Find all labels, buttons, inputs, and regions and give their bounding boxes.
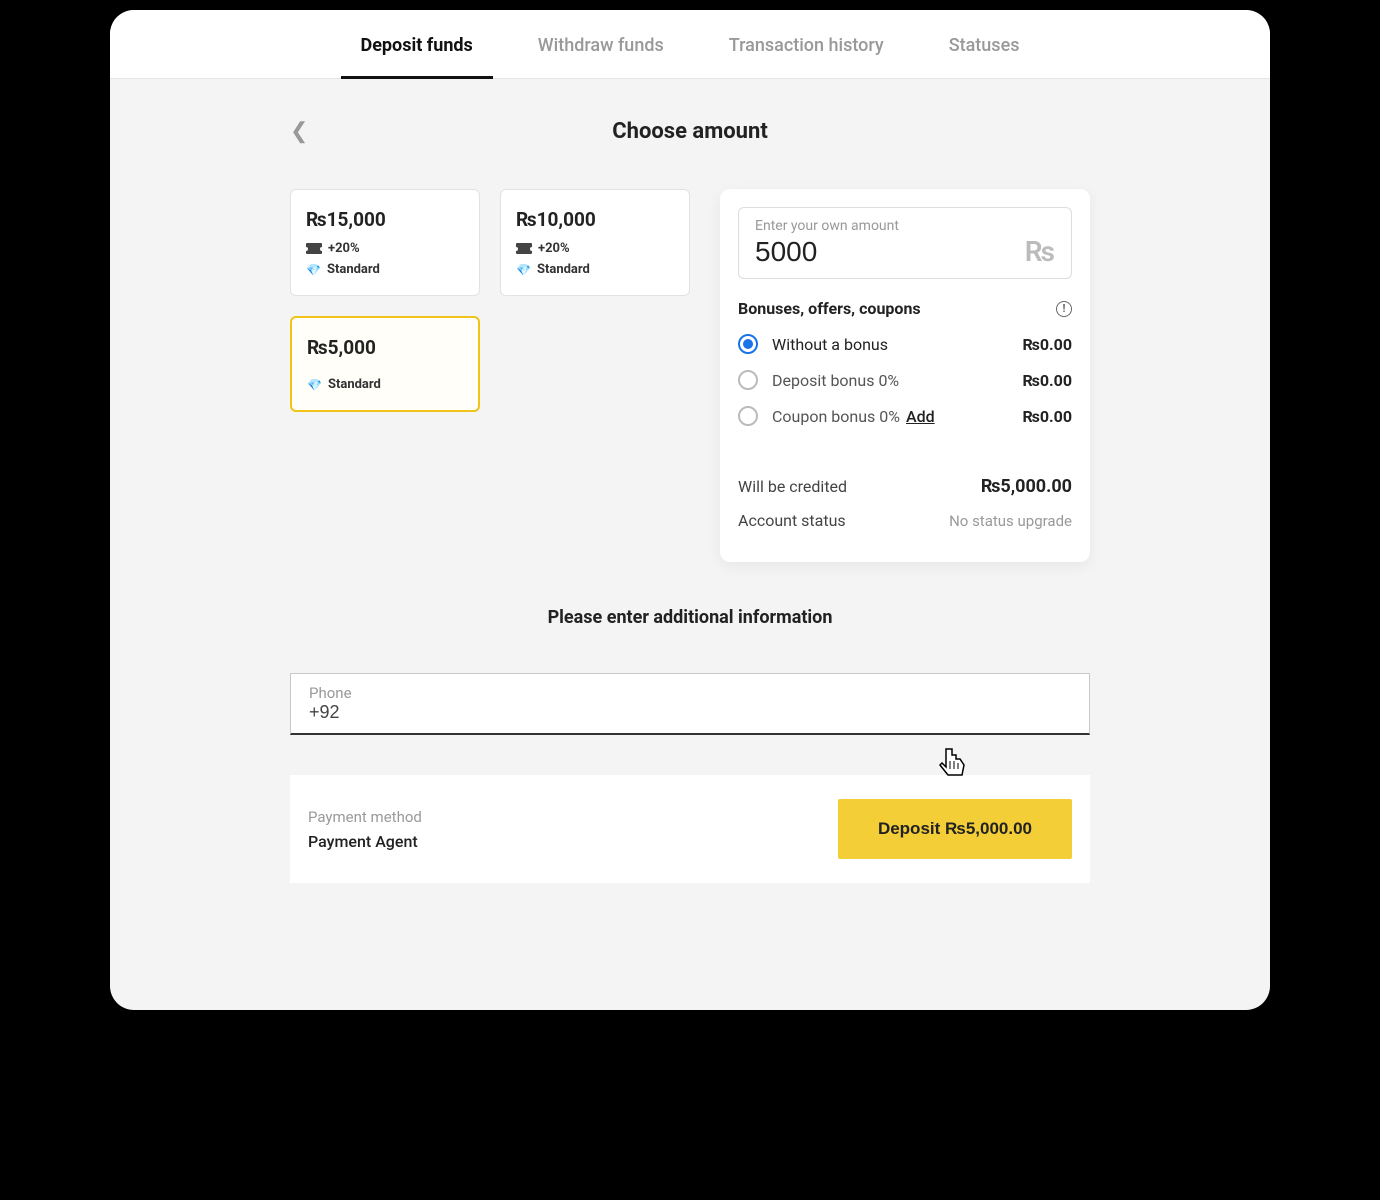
amount-input-box[interactable]: Enter your own amount ₨ bbox=[738, 207, 1072, 279]
payment-box: Payment method Payment Agent Deposit ₨5,… bbox=[290, 775, 1090, 883]
right-panel: Enter your own amount ₨ Bonuses, offers,… bbox=[720, 189, 1090, 562]
diamond-icon: 💎 bbox=[307, 378, 322, 392]
bonus-label: Coupon bonus 0% bbox=[772, 407, 900, 426]
tier-text: Standard bbox=[328, 377, 381, 392]
tier-row: 💎 Standard bbox=[516, 262, 674, 277]
phone-input[interactable] bbox=[309, 702, 1071, 723]
cursor-icon bbox=[936, 745, 970, 793]
bonus-amount: ₨0.00 bbox=[1022, 335, 1072, 354]
bonus-text: +20% bbox=[538, 241, 570, 256]
phone-field[interactable]: Phone bbox=[290, 673, 1090, 735]
amount-card-5000[interactable]: ₨5,000 💎 Standard bbox=[290, 316, 480, 412]
bonus-label: Deposit bonus 0% bbox=[772, 371, 899, 390]
info-icon[interactable]: ! bbox=[1056, 301, 1072, 317]
bonuses-header: Bonuses, offers, coupons ! bbox=[738, 299, 1072, 318]
add-coupon-link[interactable]: Add bbox=[906, 407, 935, 426]
amount-value: ₨5,000 bbox=[307, 336, 463, 359]
radio-icon[interactable] bbox=[738, 370, 758, 390]
deposit-button[interactable]: Deposit ₨5,000.00 bbox=[838, 799, 1072, 859]
tab-deposit[interactable]: Deposit funds bbox=[356, 35, 478, 78]
bonus-row: +20% bbox=[306, 241, 464, 256]
bonus-amount: ₨0.00 bbox=[1022, 371, 1072, 390]
tier-row: 💎 Standard bbox=[307, 377, 463, 392]
credited-label: Will be credited bbox=[738, 477, 847, 496]
summary-credited: Will be credited ₨5,000.00 bbox=[738, 476, 1072, 497]
tier-row: 💎 Standard bbox=[306, 262, 464, 277]
ticket-icon bbox=[516, 243, 532, 254]
amount-input[interactable] bbox=[755, 236, 1025, 268]
bonus-row: +20% bbox=[516, 241, 674, 256]
bonus-text: +20% bbox=[328, 241, 360, 256]
amount-value: ₨10,000 bbox=[516, 208, 674, 231]
radio-icon[interactable] bbox=[738, 406, 758, 426]
radio-icon[interactable] bbox=[738, 334, 758, 354]
bonus-label: Without a bonus bbox=[772, 335, 888, 354]
status-value: No status upgrade bbox=[949, 512, 1072, 530]
payment-method-label: Payment method bbox=[308, 808, 422, 826]
amount-card-10000[interactable]: ₨10,000 +20% 💎 Standard bbox=[500, 189, 690, 296]
tabs-bar: Deposit funds Withdraw funds Transaction… bbox=[110, 10, 1270, 79]
page-title: Choose amount bbox=[612, 119, 768, 144]
payment-method-value: Payment Agent bbox=[308, 832, 422, 851]
credited-value: ₨5,000.00 bbox=[981, 476, 1072, 497]
tab-statuses[interactable]: Statuses bbox=[944, 35, 1025, 78]
bonus-amount: ₨0.00 bbox=[1022, 407, 1072, 426]
main-area: ₨15,000 +20% 💎 Standard ₨10,000 +20% bbox=[290, 189, 1090, 562]
amount-grid: ₨15,000 +20% 💎 Standard ₨10,000 +20% bbox=[290, 189, 690, 562]
bonuses-title: Bonuses, offers, coupons bbox=[738, 299, 921, 318]
amount-value: ₨15,000 bbox=[306, 208, 464, 231]
amount-card-15000[interactable]: ₨15,000 +20% 💎 Standard bbox=[290, 189, 480, 296]
diamond-icon: 💎 bbox=[516, 263, 531, 277]
title-row: ❮ Choose amount bbox=[160, 119, 1220, 144]
back-icon[interactable]: ❮ bbox=[290, 119, 308, 144]
tab-history[interactable]: Transaction history bbox=[724, 35, 889, 78]
additional-info-title: Please enter additional information bbox=[160, 607, 1220, 628]
diamond-icon: 💎 bbox=[306, 263, 321, 277]
tier-text: Standard bbox=[327, 262, 380, 277]
tab-withdraw[interactable]: Withdraw funds bbox=[533, 35, 669, 78]
bonus-option-deposit[interactable]: Deposit bonus 0% ₨0.00 bbox=[738, 370, 1072, 390]
tier-text: Standard bbox=[537, 262, 590, 277]
bonus-option-coupon[interactable]: Coupon bonus 0% Add ₨0.00 bbox=[738, 406, 1072, 426]
content-area: ❮ Choose amount ₨15,000 +20% 💎 Standard bbox=[110, 79, 1270, 923]
ticket-icon bbox=[306, 243, 322, 254]
amount-input-label: Enter your own amount bbox=[755, 218, 1025, 234]
bonus-option-none[interactable]: Without a bonus ₨0.00 bbox=[738, 334, 1072, 354]
deposit-window: Deposit funds Withdraw funds Transaction… bbox=[110, 10, 1270, 1010]
phone-label: Phone bbox=[309, 684, 1071, 702]
summary-status: Account status No status upgrade bbox=[738, 511, 1072, 530]
status-label: Account status bbox=[738, 511, 846, 530]
currency-suffix: ₨ bbox=[1025, 235, 1055, 268]
